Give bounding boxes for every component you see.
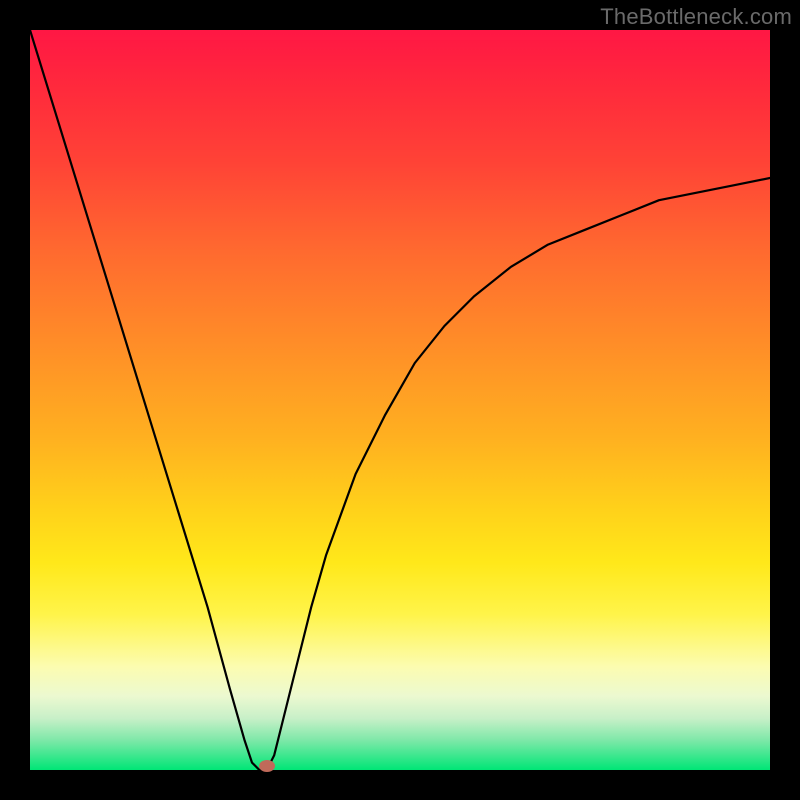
chart-frame: TheBottleneck.com	[0, 0, 800, 800]
minimum-marker	[259, 760, 275, 772]
curve-svg	[30, 30, 770, 770]
bottleneck-curve	[30, 30, 770, 770]
plot-area	[30, 30, 770, 770]
watermark-text: TheBottleneck.com	[600, 4, 792, 30]
